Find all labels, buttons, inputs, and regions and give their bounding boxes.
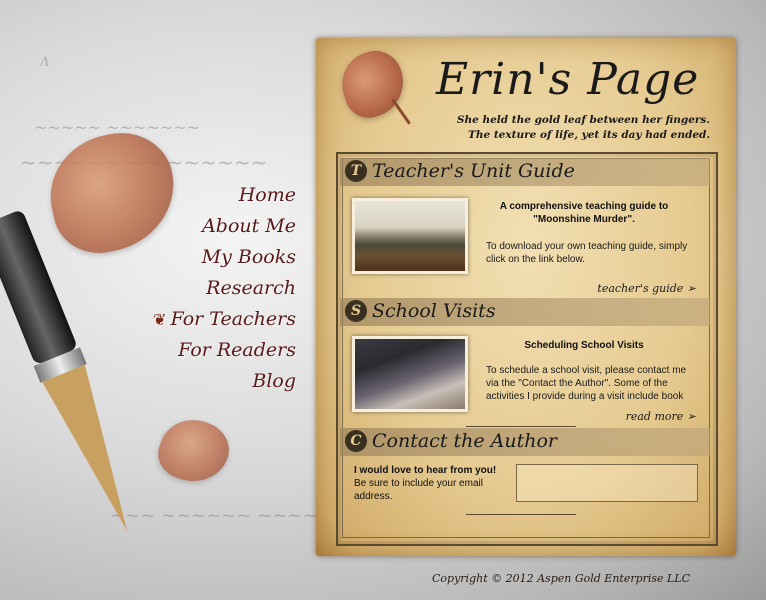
- initial-cap-icon: T: [345, 160, 367, 182]
- contact-body-text: Be sure to include your email address.: [354, 478, 483, 502]
- section-header-contact: C Contact the Author: [340, 428, 710, 456]
- contact-bold-text: I would love to hear from you!: [354, 465, 497, 476]
- teacher-guide-text: To download your own teaching guide, sim…: [486, 241, 688, 265]
- section-header-school: S School Visits: [340, 298, 710, 326]
- aspen-leaf-small: [151, 410, 237, 492]
- sunset-photo: [352, 198, 468, 274]
- contact-text: I would love to hear from you! Be sure t…: [354, 464, 504, 503]
- nav-for-readers[interactable]: For Readers: [153, 335, 296, 366]
- main-nav: Home About Me My Books Research ❦ For Tea…: [153, 180, 296, 397]
- school-visits-text: To schedule a school visit, please conta…: [486, 365, 687, 402]
- nav-for-teachers-label: For Teachers: [170, 308, 296, 330]
- nav-about-me[interactable]: About Me: [153, 211, 296, 242]
- section-heading-school: School Visits: [372, 300, 496, 322]
- active-marker-icon: ❦: [153, 310, 167, 329]
- nav-research[interactable]: Research: [153, 273, 296, 304]
- decorative-script: Λ: [40, 55, 50, 70]
- initial-cap-icon: C: [345, 430, 367, 452]
- tagline-line-1: She held the gold leaf between her finge…: [456, 114, 710, 126]
- school-visits-title: Scheduling School Visits: [524, 340, 644, 351]
- tagline: She held the gold leaf between her finge…: [457, 113, 710, 143]
- tagline-line-2: The texture of life, yet its day had end…: [468, 129, 710, 141]
- nav-home[interactable]: Home: [153, 180, 296, 211]
- read-more-link[interactable]: read more ➢: [626, 410, 696, 423]
- header-leaf-stem: [391, 98, 411, 125]
- section-heading-teacher: Teacher's Unit Guide: [372, 160, 575, 182]
- copyright: Copyright © 2012 Aspen Gold Enterprise L…: [432, 572, 691, 585]
- nav-for-teachers[interactable]: ❦ For Teachers: [153, 304, 296, 335]
- divider: [466, 514, 576, 516]
- nav-blog[interactable]: Blog: [153, 366, 296, 397]
- page-title: Erin's Page: [436, 54, 700, 105]
- section-header-teacher: T Teacher's Unit Guide: [340, 158, 710, 186]
- content-panel: Erin's Page She held the gold leaf betwe…: [316, 38, 736, 556]
- nav-my-books[interactable]: My Books: [153, 242, 296, 273]
- section-heading-contact: Contact the Author: [372, 430, 557, 452]
- classroom-photo: [352, 336, 468, 412]
- teacher-guide-title: A comprehensive teaching guide to "Moons…: [499, 201, 669, 225]
- contact-form-box[interactable]: [516, 464, 698, 502]
- teacher-guide-link[interactable]: teacher's guide ➢: [597, 282, 696, 295]
- initial-cap-icon: S: [345, 300, 367, 322]
- fountain-pen-image: [0, 204, 170, 564]
